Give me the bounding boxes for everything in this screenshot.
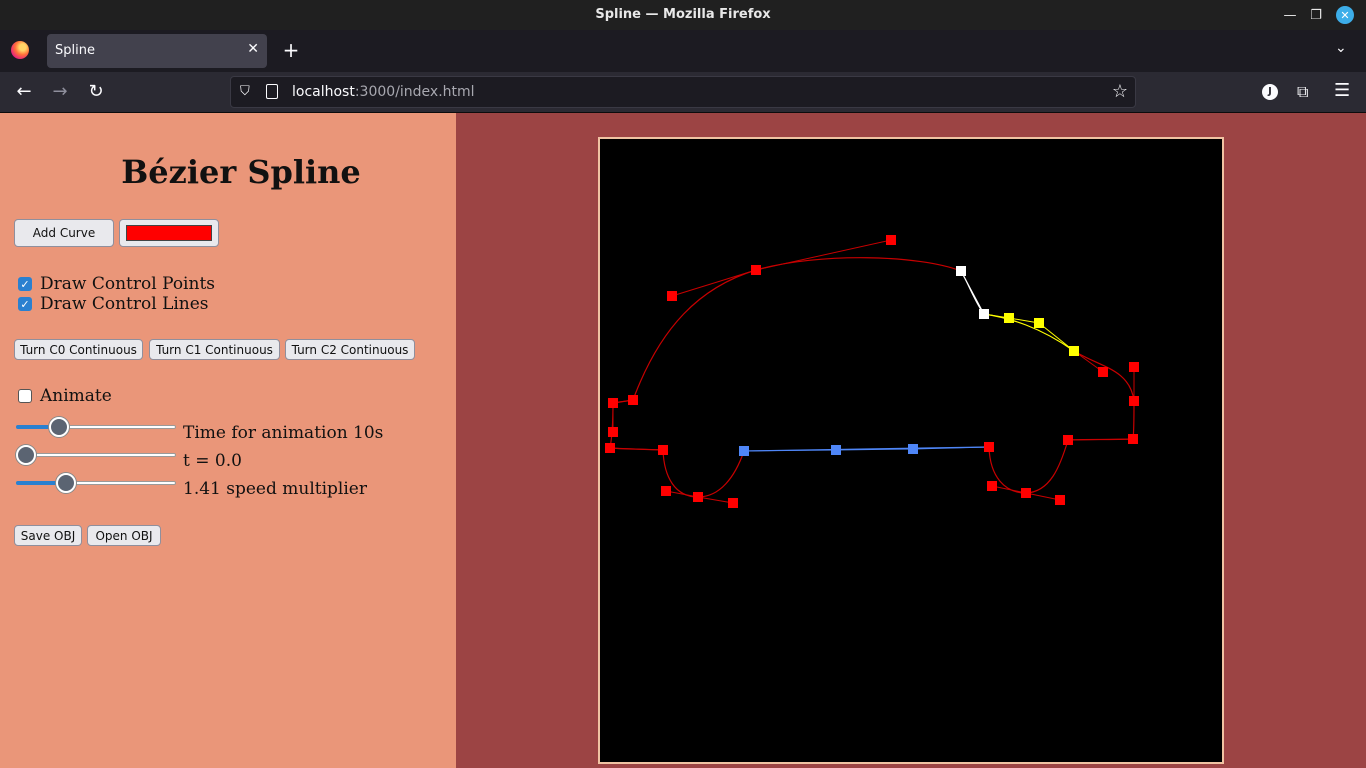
- animation-time-slider[interactable]: [16, 416, 176, 438]
- control-point: [1063, 435, 1073, 445]
- minimize-icon[interactable]: —: [1279, 4, 1301, 26]
- curve-color-picker[interactable]: [119, 219, 219, 247]
- control-point: [658, 445, 668, 455]
- slider-track: [16, 453, 176, 457]
- control-point: [1021, 488, 1031, 498]
- tab-close-icon[interactable]: ✕: [247, 41, 259, 57]
- control-point: [628, 395, 638, 405]
- back-arrow-icon[interactable]: ←: [12, 81, 36, 105]
- control-line: [755, 239, 892, 271]
- slider-thumb[interactable]: [49, 417, 70, 437]
- control-point: [1055, 495, 1065, 505]
- draw-control-points-label: Draw Control Points: [40, 274, 215, 294]
- url-host: localhost: [292, 84, 355, 100]
- animation-time-label: Time for animation 10s: [183, 423, 384, 443]
- control-point: [984, 442, 994, 452]
- c2-continuous-button[interactable]: Turn C2 Continuous: [285, 339, 415, 360]
- extensions-icon[interactable]: ⧉: [1297, 82, 1308, 102]
- control-point: [1034, 318, 1044, 328]
- c0-continuous-button[interactable]: Turn C0 Continuous: [14, 339, 143, 360]
- draw-control-lines-checkbox[interactable]: ✓: [18, 297, 32, 311]
- control-point: [956, 266, 966, 276]
- control-line: [697, 496, 734, 504]
- shield-icon[interactable]: ⛉: [240, 84, 256, 100]
- animate-checkbox[interactable]: [18, 389, 32, 403]
- page-icon: [266, 84, 278, 99]
- window-titlebar: Spline — Mozilla Firefox — ❐ ✕: [0, 0, 1366, 30]
- control-point: [886, 235, 896, 245]
- draw-control-lines-row[interactable]: ✓ Draw Control Lines: [18, 294, 209, 314]
- control-line: [671, 269, 757, 297]
- draw-control-points-checkbox[interactable]: ✓: [18, 277, 32, 291]
- spline-segment: [755, 257, 962, 272]
- spline-segment: [697, 450, 745, 498]
- tab-title: Spline: [55, 43, 95, 58]
- t-value-label: t = 0.0: [183, 451, 242, 471]
- draw-control-lines-label: Draw Control Lines: [40, 294, 209, 314]
- slider-thumb[interactable]: [16, 445, 36, 465]
- color-swatch: [126, 225, 212, 241]
- spline-segment: [983, 313, 1075, 352]
- control-line: [1038, 322, 1075, 352]
- new-tab-icon[interactable]: +: [280, 38, 302, 62]
- control-point: [979, 309, 989, 319]
- control-line: [743, 449, 837, 452]
- maximize-icon[interactable]: ❐: [1305, 4, 1327, 26]
- control-panel: Bézier Spline Add Curve ✓ Draw Control P…: [0, 113, 456, 768]
- page-content: Bézier Spline Add Curve ✓ Draw Control P…: [0, 113, 1366, 768]
- chevron-down-icon[interactable]: ⌄: [1335, 40, 1347, 56]
- control-point: [667, 291, 677, 301]
- draw-control-points-row[interactable]: ✓ Draw Control Points: [18, 274, 215, 294]
- control-line: [1025, 492, 1061, 501]
- control-point: [739, 446, 749, 456]
- firefox-logo-icon: [11, 41, 29, 59]
- add-curve-button[interactable]: Add Curve: [14, 219, 114, 247]
- control-point: [1004, 313, 1014, 323]
- control-point: [1069, 346, 1079, 356]
- url-text[interactable]: localhost:3000/index.html: [292, 84, 475, 100]
- control-point: [605, 443, 615, 453]
- hamburger-menu-icon[interactable]: ☰: [1334, 80, 1350, 101]
- tab-strip: Spline ✕ + ⌄: [0, 30, 1366, 72]
- control-point: [1128, 434, 1138, 444]
- bookmark-star-icon[interactable]: ☆: [1112, 81, 1128, 102]
- control-line: [991, 485, 1027, 494]
- control-point: [908, 444, 918, 454]
- window-title: Spline — Mozilla Firefox: [595, 7, 771, 22]
- tab-spline[interactable]: Spline ✕: [47, 34, 267, 68]
- navigation-bar: ← → ↻ ⛉ localhost:3000/index.html ☆ J ⧉ …: [0, 72, 1366, 113]
- reload-icon[interactable]: ↻: [84, 81, 108, 105]
- page-title: Bézier Spline: [121, 153, 361, 191]
- spline-drawing[interactable]: [600, 139, 1222, 762]
- url-bar[interactable]: ⛉ localhost:3000/index.html ☆: [230, 76, 1136, 108]
- control-point: [831, 445, 841, 455]
- animate-label: Animate: [40, 386, 112, 406]
- spline-segment: [1025, 439, 1069, 494]
- speed-multiplier-label: 1.41 speed multiplier: [183, 479, 367, 499]
- control-point: [987, 481, 997, 491]
- c1-continuous-button[interactable]: Turn C1 Continuous: [149, 339, 280, 360]
- control-point: [693, 492, 703, 502]
- control-point: [608, 427, 618, 437]
- control-line: [960, 270, 985, 315]
- spline-segment: [1132, 400, 1135, 440]
- control-point: [1129, 362, 1139, 372]
- url-path: :3000/index.html: [354, 84, 475, 100]
- speed-slider[interactable]: [16, 472, 176, 494]
- control-point: [751, 265, 761, 275]
- control-point: [661, 486, 671, 496]
- open-obj-button[interactable]: Open OBJ: [87, 525, 161, 546]
- control-point: [608, 398, 618, 408]
- control-point: [1129, 396, 1139, 406]
- control-point: [1098, 367, 1108, 377]
- control-point: [728, 498, 738, 508]
- animate-row[interactable]: Animate: [18, 386, 112, 406]
- forward-arrow-icon[interactable]: →: [48, 81, 72, 105]
- t-slider[interactable]: [16, 444, 176, 466]
- close-window-icon[interactable]: ✕: [1336, 6, 1354, 24]
- spline-canvas[interactable]: [598, 137, 1224, 764]
- slider-thumb[interactable]: [55, 473, 76, 493]
- save-obj-button[interactable]: Save OBJ: [14, 525, 82, 546]
- account-icon[interactable]: J: [1262, 84, 1278, 100]
